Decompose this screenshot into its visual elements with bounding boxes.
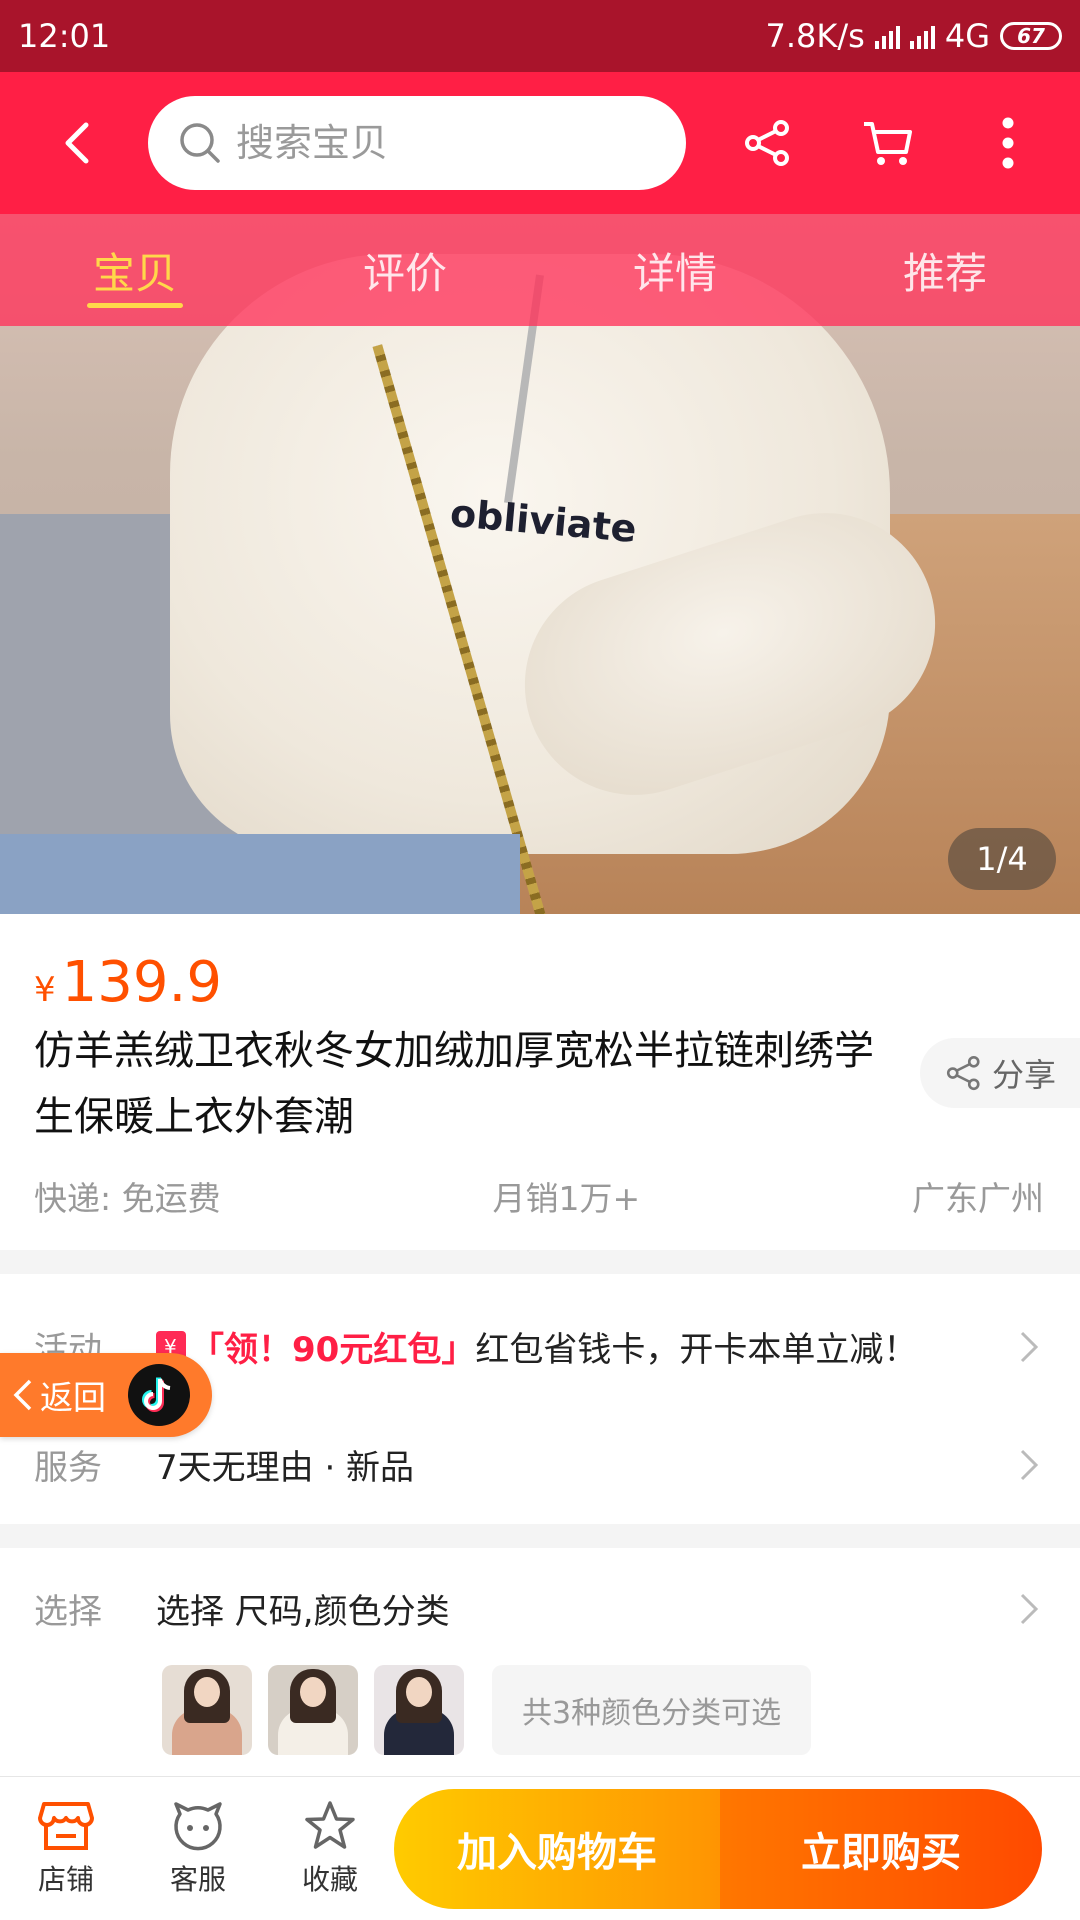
store-button[interactable]: 店铺: [0, 1800, 132, 1898]
section-tabs: 宝贝 评价 详情 推荐: [0, 214, 1080, 326]
ship-location: 广东广州: [911, 1179, 1044, 1218]
variant-thumb-pink[interactable]: [162, 1665, 252, 1755]
coupon-text: 「领！90元红包」: [190, 1330, 476, 1370]
chevron-right-icon: [1014, 1448, 1044, 1482]
image-page-indicator: 1/4: [948, 828, 1056, 890]
promotion-description: 红包省钱卡，开卡本单立减！: [475, 1330, 918, 1370]
tab-item[interactable]: 宝贝: [0, 214, 270, 326]
search-icon: [180, 123, 220, 163]
share-icon: [946, 1055, 980, 1091]
chevron-right-icon: [1014, 1330, 1044, 1364]
monthly-sales: 月销1万+: [492, 1179, 641, 1218]
tab-details[interactable]: 详情: [540, 214, 810, 326]
chevron-left-icon: [65, 122, 89, 164]
network-type: 4G: [944, 17, 990, 55]
tab-reviews[interactable]: 评价: [270, 214, 540, 326]
service-label: 服务: [34, 1448, 102, 1488]
status-time: 12:01: [18, 17, 111, 55]
variant-thumbnails: 共3种颜色分类可选: [162, 1665, 812, 1755]
share-button[interactable]: [726, 101, 810, 185]
promotion-text: 「领！90元红包」红包省钱卡，开卡本单立减！: [156, 1322, 1014, 1371]
battery-icon: 67: [1000, 22, 1062, 50]
selection-text: 选择 尺码,颜色分类: [156, 1592, 450, 1632]
bottom-action-bar: 店铺 客服 收藏 加入购物车 立即购买: [0, 1776, 1080, 1920]
customer-service-icon: [174, 1801, 222, 1850]
section-divider: [0, 1250, 1080, 1274]
store-label: 店铺: [37, 1862, 94, 1896]
tab-recommend[interactable]: 推荐: [810, 214, 1080, 326]
shipping-info: 快递: 免运费: [34, 1179, 221, 1218]
search-input[interactable]: [236, 121, 636, 165]
store-icon: [38, 1801, 94, 1850]
add-to-cart-button[interactable]: 加入购物车: [394, 1789, 720, 1909]
search-box[interactable]: [148, 96, 686, 190]
buy-now-button[interactable]: 立即购买: [720, 1789, 1042, 1909]
currency-symbol: ¥: [34, 970, 56, 1010]
thumb-face: [194, 1677, 220, 1707]
customer-service-button[interactable]: 客服: [132, 1800, 264, 1898]
more-vertical-icon: [1002, 117, 1014, 169]
cart-button[interactable]: [846, 101, 930, 185]
favorite-button[interactable]: 收藏: [264, 1800, 396, 1898]
thumb-face: [406, 1677, 432, 1707]
network-speed: 7.8K/s: [765, 17, 865, 55]
selection-row[interactable]: 选择 选择 尺码,颜色分类: [34, 1584, 1044, 1633]
back-button[interactable]: [30, 95, 126, 191]
selection-label: 选择: [34, 1592, 102, 1632]
variant-thumb-navy[interactable]: [374, 1665, 464, 1755]
battery-level: 67: [1017, 24, 1045, 48]
product-meta: 快递: 免运费 月销1万+ 广东广州: [34, 1172, 1044, 1220]
favorite-label: 收藏: [301, 1862, 358, 1896]
header-bar: [0, 72, 1080, 214]
service-row[interactable]: 服务 7天无理由 · 新品: [34, 1440, 1044, 1489]
status-bar: 12:01 7.8K/s 4G 67: [0, 0, 1080, 72]
price: ¥ 139.9: [34, 950, 222, 1015]
signal-icon: [874, 23, 900, 49]
chevron-right-icon: [1014, 1592, 1044, 1626]
share-pill-button[interactable]: 分享: [920, 1038, 1080, 1108]
customer-service-label: 客服: [169, 1862, 226, 1896]
status-indicators: 7.8K/s 4G 67: [766, 17, 1062, 55]
service-items: 7天无理由 · 新品: [156, 1448, 415, 1488]
variant-summary[interactable]: 共3种颜色分类可选: [492, 1665, 812, 1755]
header-actions: [726, 101, 1050, 185]
tiktok-icon[interactable]: [128, 1364, 190, 1426]
chevron-left-icon: [13, 1379, 32, 1411]
share-label: 分享: [992, 1056, 1057, 1094]
section-divider: [0, 1524, 1080, 1548]
variant-thumb-white[interactable]: [268, 1665, 358, 1755]
floating-back-label: 返回: [40, 1378, 106, 1417]
star-icon: [305, 1800, 355, 1849]
image-jeans: [0, 834, 520, 914]
cart-icon: [864, 122, 912, 165]
price-value: 139.9: [61, 950, 222, 1015]
more-button[interactable]: [966, 101, 1050, 185]
thumb-face: [300, 1677, 326, 1707]
product-title: 仿羊羔绒卫衣秋冬女加绒加厚宽松半拉链刺绣学生保暖上衣外套潮: [34, 1028, 874, 1140]
share-icon: [745, 120, 789, 166]
signal-icon-2: [909, 23, 935, 49]
